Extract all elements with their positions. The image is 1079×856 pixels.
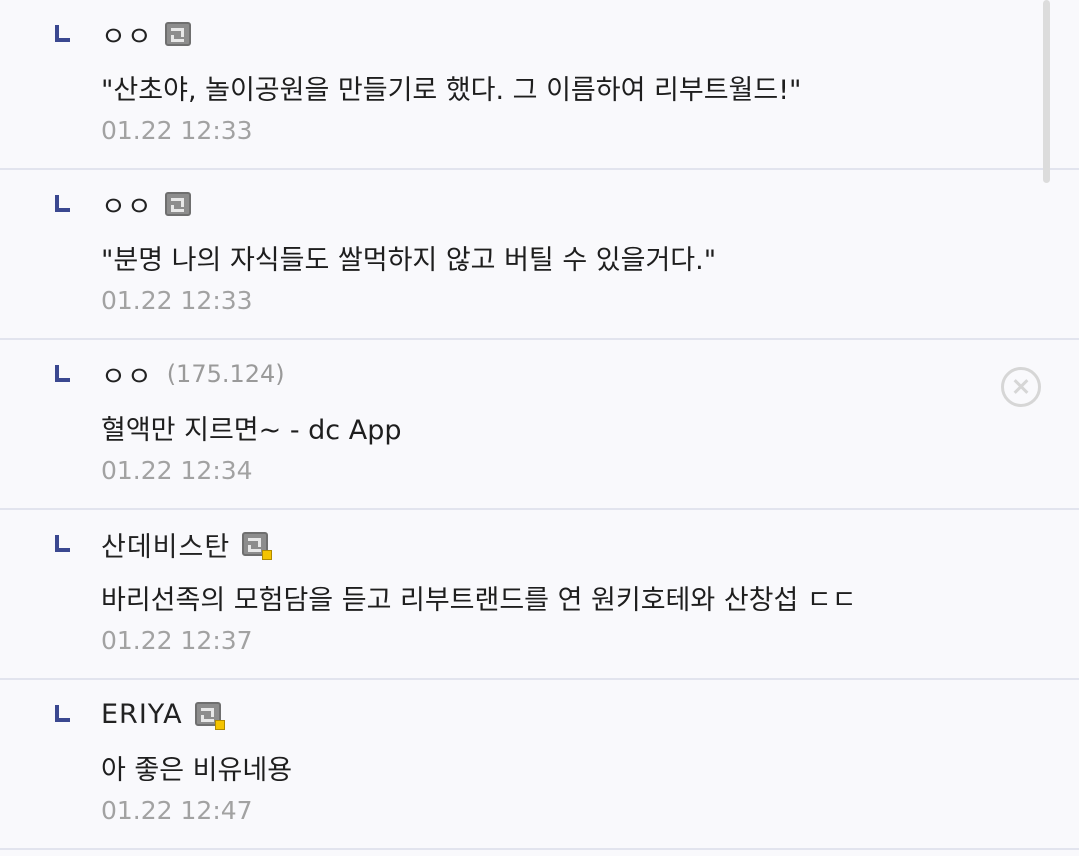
semi-fixed-badge (262, 550, 273, 560)
reply-arrow-icon (55, 535, 70, 552)
delete-icon[interactable] (1001, 367, 1041, 407)
reply-date: 01.22 12:33 (101, 116, 253, 145)
reply-content: 혈액만 지르면~ - dc App (101, 415, 402, 446)
reply-arrow-icon (55, 195, 70, 212)
gallog-icon[interactable] (164, 192, 191, 216)
nickname-row: ERIYA (101, 694, 225, 734)
nickname-row: ㅇㅇ (101, 184, 191, 224)
scrollbar[interactable] (1043, 0, 1050, 183)
reply-arrow-icon (55, 365, 70, 382)
reply-date: 01.22 12:34 (101, 456, 253, 485)
nickname[interactable]: ㅇㅇ (101, 355, 153, 394)
reply-item: 산데비스탄 바리선족의 모험담을 듣고 리부트랜드를 연 원키호테와 산창섭 ㄷ… (0, 510, 1079, 680)
reply-item: ㅇㅇ "산초야, 놀이공원을 만들기로 했다. 그 이름하여 리부트월드!" 0… (0, 0, 1079, 170)
nickname-row: ㅇㅇ (101, 14, 191, 54)
reply-date: 01.22 12:37 (101, 626, 253, 655)
nickname-row: 산데비스탄 (101, 524, 273, 564)
reply-content: 아 좋은 비유네용 (101, 755, 293, 786)
nickname[interactable]: ㅇㅇ (101, 185, 153, 224)
reply-item: ㅇㅇ "분명 나의 자식들도 쌀먹하지 않고 버틸 수 있을거다." 01.22… (0, 170, 1079, 340)
semi-gallog-icon[interactable] (194, 702, 225, 730)
semi-gallog-icon[interactable] (242, 532, 273, 560)
reply-date: 01.22 12:47 (101, 796, 253, 825)
nickname[interactable]: 산데비스탄 (101, 525, 230, 564)
gallog-icon[interactable] (164, 22, 191, 46)
reply-item: ㅇㅇ (175.124) 혈액만 지르면~ - dc App 01.22 12:… (0, 340, 1079, 510)
nickname[interactable]: ㅇㅇ (101, 15, 153, 54)
semi-fixed-badge (214, 720, 225, 730)
reply-arrow-icon (55, 25, 70, 42)
nickname-row: ㅇㅇ (175.124) (101, 354, 285, 394)
reply-date: 01.22 12:33 (101, 286, 253, 315)
reply-arrow-icon (55, 705, 70, 722)
reply-list: ㅇㅇ "산초야, 놀이공원을 만들기로 했다. 그 이름하여 리부트월드!" 0… (0, 0, 1079, 856)
reply-content: 바리선족의 모험담을 듣고 리부트랜드를 연 원키호테와 산창섭 ㄷㄷ (101, 585, 857, 616)
ip-address: (175.124) (166, 360, 285, 388)
nickname[interactable]: ERIYA (101, 699, 183, 730)
reply-item: ERIYA 아 좋은 비유네용 01.22 12:47 (0, 680, 1079, 850)
reply-content: "분명 나의 자식들도 쌀먹하지 않고 버틸 수 있을거다." (101, 245, 717, 276)
reply-content: "산초야, 놀이공원을 만들기로 했다. 그 이름하여 리부트월드!" (101, 75, 802, 106)
